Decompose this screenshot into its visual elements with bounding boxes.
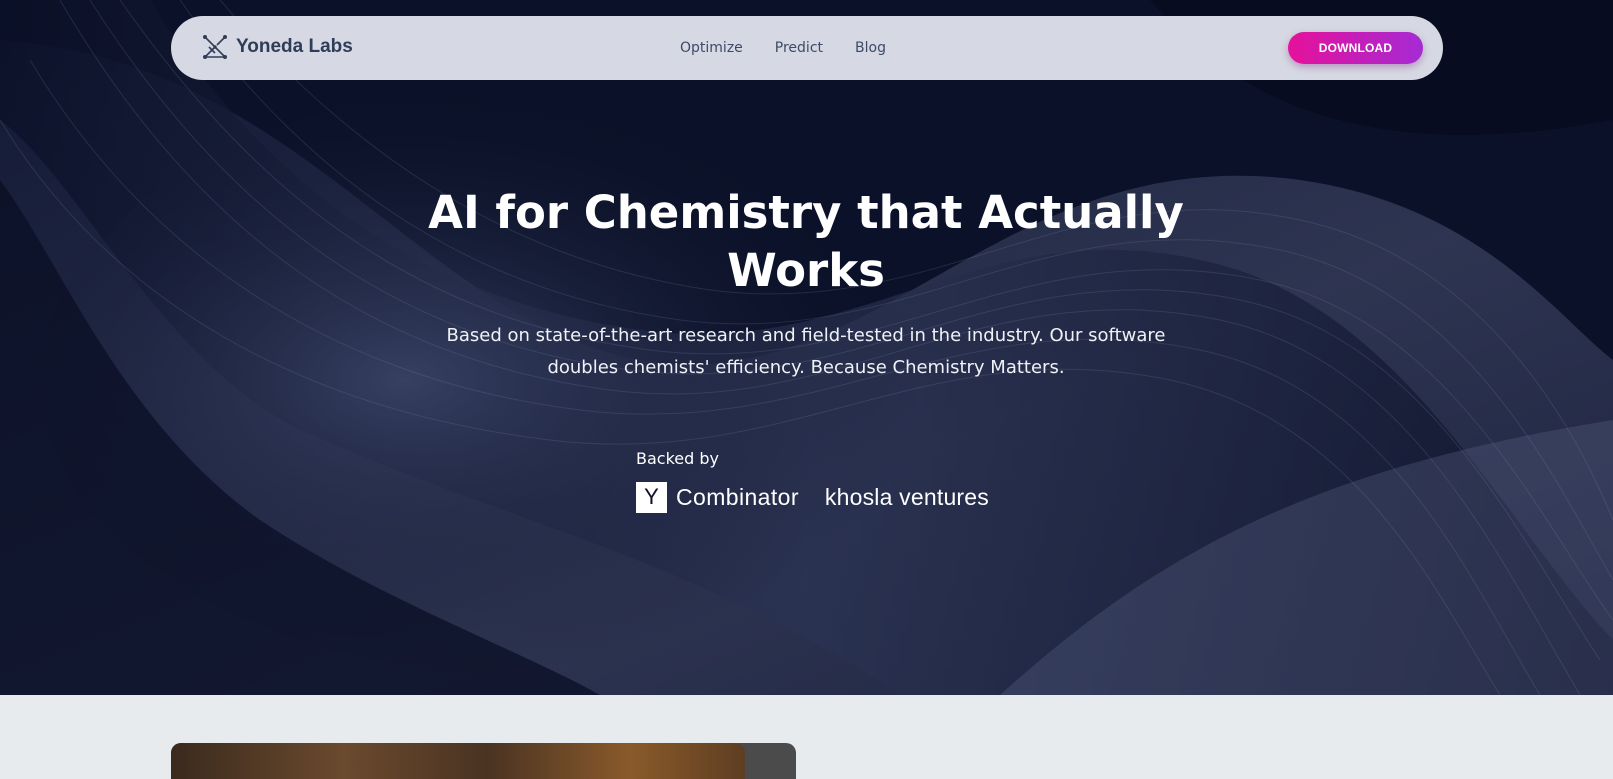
y-combinator-wordmark: Combinator	[676, 483, 799, 510]
backed-by-label: Backed by	[636, 449, 719, 468]
feature-preview-card	[171, 743, 796, 779]
nav-link-predict[interactable]: Predict	[775, 40, 823, 56]
hero-section: Yoneda Labs Optimize Predict Blog DOWNLO…	[0, 0, 1613, 695]
brand-logo-link[interactable]: Yoneda Labs	[201, 33, 353, 61]
hero-headline: AI for Chemistry that Actually Works	[428, 186, 1184, 297]
nav-link-optimize[interactable]: Optimize	[680, 40, 743, 56]
hero-subtitle: Based on state-of-the-art research and f…	[446, 325, 1166, 378]
top-navigation-bar: Yoneda Labs Optimize Predict Blog DOWNLO…	[171, 16, 1443, 80]
nav-link-blog[interactable]: Blog	[855, 40, 886, 56]
khosla-ventures-wordmark: khosla ventures	[824, 483, 989, 510]
lab-photo-image	[171, 743, 745, 779]
download-button[interactable]: DOWNLOAD	[1288, 32, 1423, 64]
nav-links: Optimize Predict Blog	[680, 16, 918, 80]
backers-logos: Y Combinator khosla ventures	[636, 481, 989, 513]
brand-name: Yoneda Labs	[236, 36, 353, 57]
graph-network-icon	[203, 35, 227, 59]
y-combinator-logo-mark: Y	[636, 481, 667, 513]
